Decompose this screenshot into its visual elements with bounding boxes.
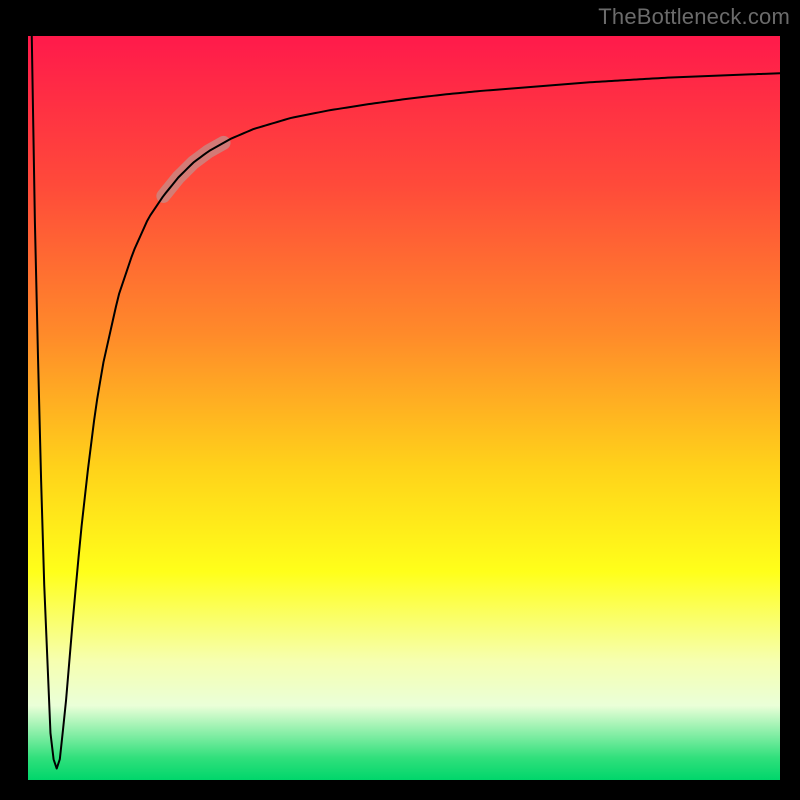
chart-container: TheBottleneck.com — [0, 0, 800, 800]
plot-background — [28, 36, 780, 780]
plot-area — [22, 30, 786, 786]
chart-svg — [0, 0, 800, 800]
